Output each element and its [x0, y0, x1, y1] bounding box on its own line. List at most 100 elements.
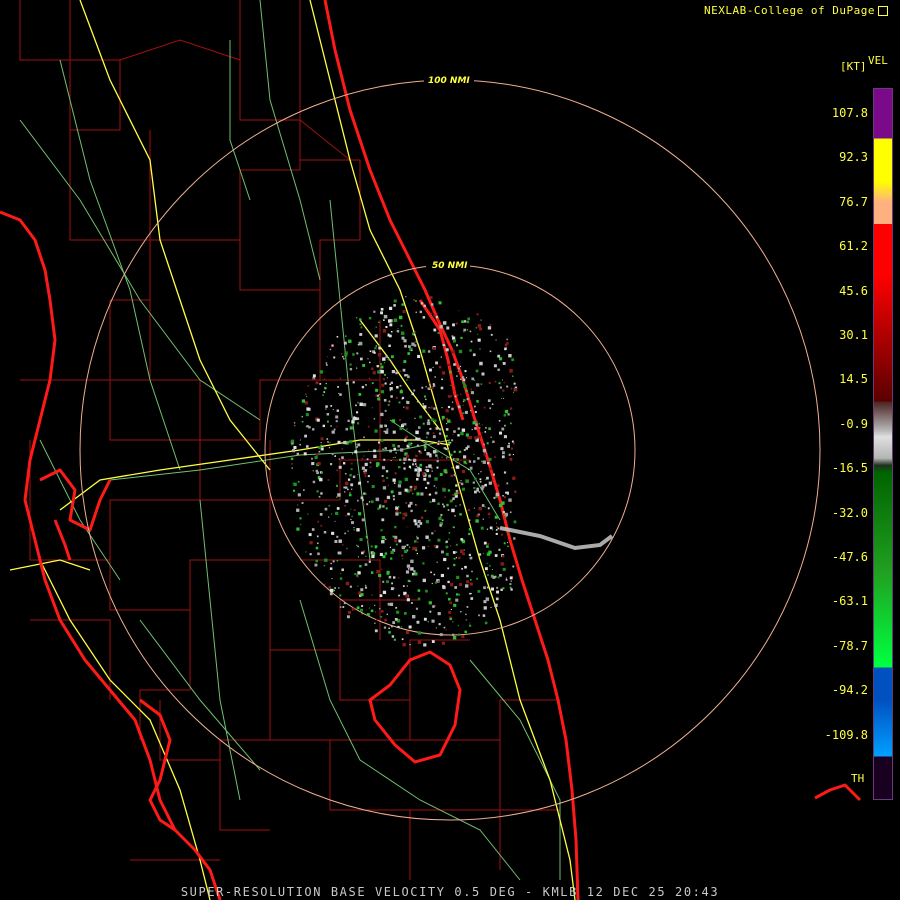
echo-pixel [472, 353, 476, 357]
echo-pixel [427, 545, 430, 548]
echo-pixel [508, 442, 510, 445]
echo-pixel [407, 504, 411, 508]
echo-pixel [466, 398, 469, 401]
echo-pixel [383, 626, 387, 629]
echo-pixel [453, 430, 456, 433]
echo-pixel [317, 552, 320, 556]
echo-pixel [483, 452, 487, 456]
echo-pixel [335, 511, 339, 515]
echo-pixel [344, 504, 346, 507]
echo-pixel [367, 449, 370, 451]
echo-pixel [390, 550, 394, 555]
echo-pixel [504, 512, 509, 517]
echo-pixel [383, 362, 386, 364]
echo-pixel [425, 535, 429, 539]
echo-pixel [415, 454, 418, 458]
echo-pixel [353, 527, 355, 529]
echo-pixel [331, 578, 333, 580]
echo-pixel [336, 409, 339, 412]
echo-pixel [428, 539, 431, 542]
legend-tick: -63.1 [831, 594, 868, 609]
echo-pixel [481, 485, 485, 489]
echo-pixel [450, 384, 452, 386]
echo-pixel [350, 508, 352, 510]
echo-pixel [399, 427, 403, 431]
echo-pixel [380, 311, 383, 315]
echo-pixel [330, 405, 333, 407]
echo-pixel [414, 417, 416, 419]
echo-pixel [501, 555, 505, 558]
echo-pixel [293, 422, 296, 424]
echo-pixel [429, 453, 432, 456]
echo-pixel [421, 386, 424, 389]
echo-pixel [359, 538, 363, 542]
echo-pixel [363, 550, 365, 552]
echo-pixel [468, 553, 471, 556]
echo-pixel [349, 426, 353, 430]
echo-pixel [311, 528, 315, 531]
echo-pixel [479, 478, 482, 481]
echo-pixel [371, 594, 373, 596]
echo-pixel [378, 574, 382, 578]
echo-pixel [432, 384, 436, 387]
echo-pixel [395, 509, 399, 512]
echo-pixel [383, 399, 387, 402]
echo-pixel [359, 402, 363, 406]
echo-pixel [437, 442, 440, 445]
echo-pixel [488, 381, 491, 385]
echo-pixel [364, 563, 368, 566]
echo-pixel [471, 428, 473, 431]
echo-pixel [501, 455, 505, 459]
echo-pixel [374, 545, 378, 548]
echo-pixel [349, 585, 352, 588]
echo-pixel [325, 382, 327, 385]
echo-pixel [487, 462, 490, 465]
echo-pixel [382, 448, 384, 450]
echo-pixel [460, 336, 463, 339]
echo-pixel [362, 364, 366, 367]
echo-pixel [475, 327, 478, 329]
echo-pixel [445, 540, 448, 543]
echo-pixel [434, 477, 438, 481]
echo-pixel [398, 315, 403, 320]
echo-pixel [434, 530, 436, 532]
echo-pixel [470, 340, 473, 343]
echo-pixel [511, 447, 513, 450]
echo-pixel [433, 423, 435, 425]
echo-pixel [469, 466, 473, 470]
echo-pixel [398, 466, 401, 469]
echo-pixel [459, 513, 462, 516]
echo-pixel [508, 498, 512, 502]
echo-pixel [343, 462, 346, 465]
echo-pixel [382, 357, 386, 361]
echo-pixel [445, 348, 449, 352]
echo-pixel [470, 388, 473, 391]
echo-pixel [342, 606, 345, 608]
echo-pixel [431, 640, 435, 643]
echo-pixel [306, 407, 310, 411]
echo-pixel [473, 487, 476, 490]
echo-pixel [342, 355, 344, 358]
echo-pixel [406, 564, 411, 568]
echo-pixel [448, 538, 450, 540]
echo-pixel [372, 371, 376, 375]
echo-pixel [353, 416, 357, 421]
echo-pixel [437, 612, 441, 616]
echo-pixel [338, 458, 341, 460]
echo-pixel [450, 608, 452, 610]
echo-pixel [364, 586, 368, 589]
echo-pixel [502, 495, 504, 497]
echo-pixel [336, 469, 338, 472]
echo-pixel [471, 377, 475, 381]
echo-pixel [411, 349, 413, 352]
echo-pixel [332, 560, 335, 563]
echo-pixel [397, 506, 400, 508]
echo-pixel [384, 552, 388, 555]
echo-pixel [383, 430, 386, 433]
echo-pixel [436, 409, 438, 411]
echo-pixel [318, 450, 321, 453]
legend-tick: -78.7 [831, 638, 868, 653]
echo-pixel [403, 549, 408, 553]
echo-pixel [469, 349, 472, 352]
echo-pixel [499, 386, 502, 389]
